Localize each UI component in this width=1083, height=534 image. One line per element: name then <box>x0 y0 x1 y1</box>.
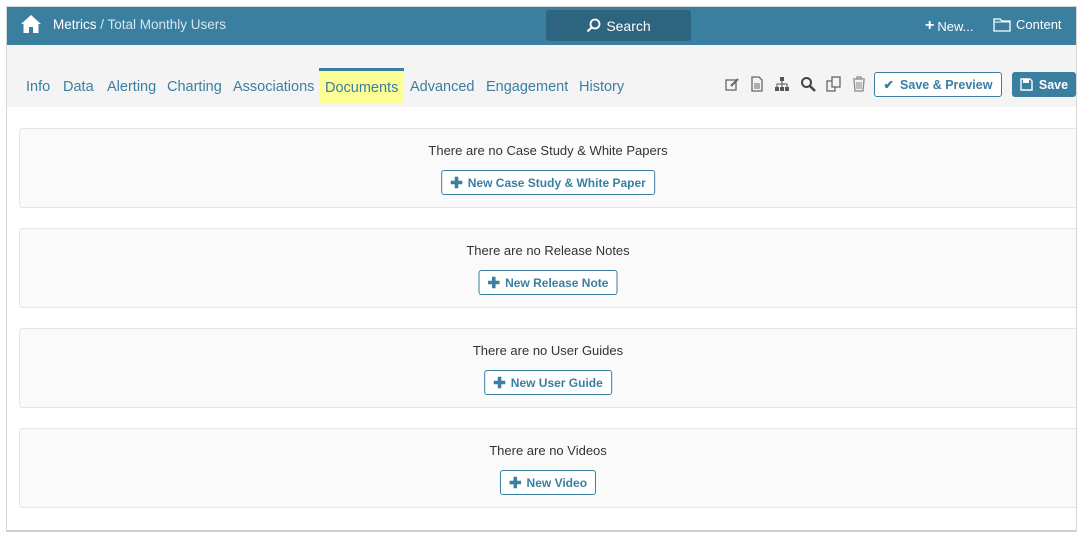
document-icon[interactable] <box>749 76 765 92</box>
copy-icon[interactable] <box>826 76 842 92</box>
plus-icon: ✚ <box>487 274 501 292</box>
tab-engagement[interactable]: Engagement <box>486 79 568 95</box>
release-notes-section: There are no Release Notes ✚ New Release … <box>19 228 1076 308</box>
tab-advanced[interactable]: Advanced <box>410 79 475 95</box>
trash-icon[interactable] <box>851 76 867 92</box>
new-case-study-button[interactable]: ✚ New Case Study & White Paper <box>441 170 655 195</box>
edit-icon[interactable] <box>724 76 740 92</box>
breadcrumb-sep: / <box>96 17 108 32</box>
plus-icon: ✚ <box>493 374 506 392</box>
plus-icon: ✚ <box>450 174 463 192</box>
search-icon <box>587 18 601 33</box>
tab-charting[interactable]: Charting <box>167 79 222 95</box>
new-release-note-button[interactable]: ✚ New Release Note <box>478 270 618 295</box>
search-label: Search <box>606 17 651 34</box>
button-label: New Case Study & White Paper <box>467 175 646 190</box>
button-label: New Video <box>526 475 588 490</box>
button-label: New Release Note <box>505 275 609 290</box>
empty-message: There are no Release Notes <box>466 243 630 258</box>
empty-message: There are no User Guides <box>472 343 624 358</box>
user-guides-section: There are no User Guides ✚ New User Guide <box>19 328 1076 408</box>
tab-associations[interactable]: Associations <box>233 79 314 95</box>
save-label: Save <box>1038 77 1069 92</box>
new-user-guide-button[interactable]: ✚ New User Guide <box>484 370 612 395</box>
tab-alerting[interactable]: Alerting <box>107 79 156 95</box>
breadcrumb-root[interactable]: Metrics <box>53 17 97 32</box>
save-preview-label: Save & Preview <box>900 77 993 92</box>
save-button[interactable]: Save <box>1012 72 1076 97</box>
top-header: Metrics / Total Monthly Users Search + Ne… <box>7 7 1076 45</box>
case-study-section: There are no Case Study & White Papers ✚… <box>19 128 1076 208</box>
breadcrumb: Metrics / Total Monthly Users <box>53 17 226 32</box>
breadcrumb-current: Total Monthly Users <box>107 17 227 32</box>
button-label: New User Guide <box>510 375 603 390</box>
tab-data[interactable]: Data <box>63 79 94 95</box>
plus-icon: + <box>925 17 935 34</box>
content-label: Content <box>1016 17 1062 32</box>
content-button[interactable]: Content <box>993 17 1062 32</box>
plus-icon: ✚ <box>508 474 522 492</box>
tab-history[interactable]: History <box>579 79 624 95</box>
floppy-icon <box>1020 78 1033 91</box>
search-button[interactable]: Search <box>546 10 691 41</box>
tab-documents[interactable]: Documents <box>319 68 405 104</box>
home-icon[interactable] <box>20 14 42 34</box>
new-label: New... <box>937 18 974 34</box>
videos-section: There are no Videos ✚ New Video <box>19 428 1076 508</box>
folder-icon <box>993 17 1011 32</box>
new-button[interactable]: + New... <box>925 17 973 35</box>
empty-message: There are no Videos <box>489 443 607 458</box>
tab-info[interactable]: Info <box>26 79 50 95</box>
empty-message: There are no Case Study & White Papers <box>428 143 668 158</box>
hierarchy-icon[interactable] <box>774 76 790 92</box>
search-icon[interactable] <box>800 76 816 92</box>
check-icon: ✔ <box>883 78 895 92</box>
save-preview-button[interactable]: ✔ Save & Preview <box>874 72 1002 97</box>
new-video-button[interactable]: ✚ New Video <box>499 470 597 495</box>
tab-bar: Info Data Alerting Charting Associations… <box>7 45 1076 107</box>
